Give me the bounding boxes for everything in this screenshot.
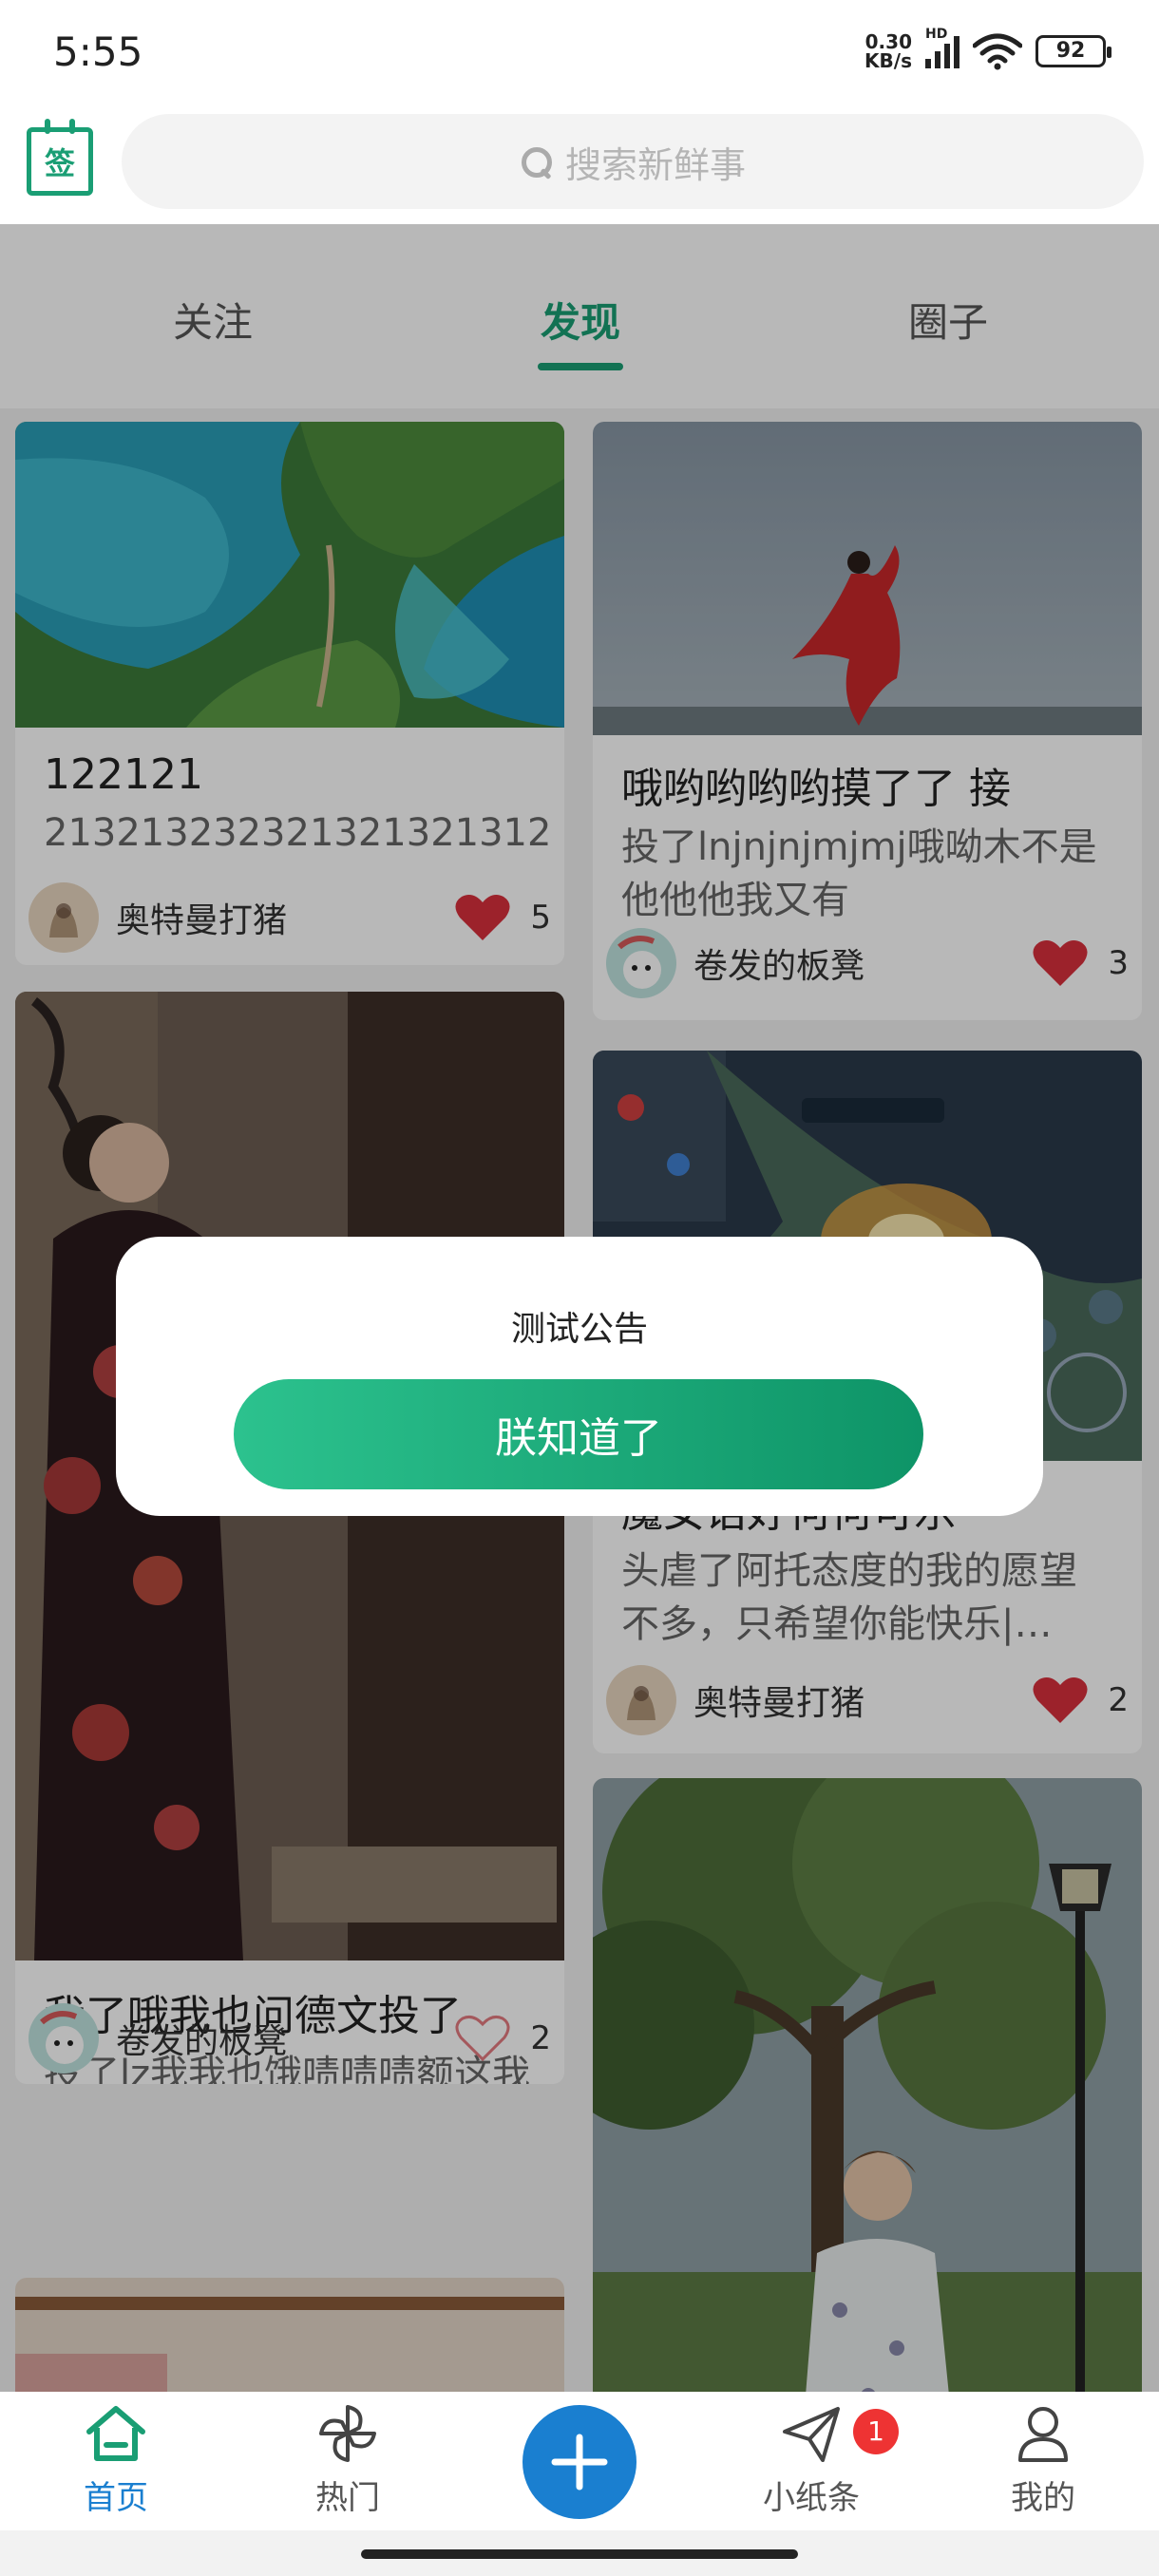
acknowledge-button[interactable]: 朕知道了 [234,1379,923,1489]
tab-home-label: 首页 [84,2479,148,2517]
status-bar: 5:55 0.30 KB/s HD 92 [0,0,1159,106]
bottom-tab-bar: 首页 热门 小纸条 1 我的 [0,2392,1159,2530]
user-icon [1018,2407,1068,2462]
tab-profile[interactable]: 我的 [948,2392,1138,2530]
status-time: 5:55 [53,28,143,75]
home-indicator [361,2549,798,2559]
tab-hot-label: 热门 [315,2479,380,2517]
search-icon [520,145,552,178]
tab-messages-label: 小纸条 [763,2479,860,2517]
network-speed: 0.30 KB/s [864,32,912,70]
create-post-button[interactable] [522,2405,636,2519]
signal-icon: HD [925,27,960,68]
top-header: 签 搜索新鲜事 [0,106,1159,224]
battery-icon: 92 [1036,35,1112,67]
paper-plane-icon [783,2407,840,2462]
status-icons: 0.30 KB/s HD 92 [864,27,1112,70]
announcement-message: 测试公告 [510,1310,648,1349]
announcement-dialog: 测试公告 朕知道了 [116,1237,1043,1516]
network-speed-unit: KB/s [864,49,912,72]
plus-icon [551,2434,608,2491]
search-placeholder: 搜索新鲜事 [564,143,746,186]
search-bar[interactable]: 搜索新鲜事 [122,114,1144,209]
home-icon [86,2406,145,2461]
tab-hot[interactable]: 热门 [253,2392,443,2530]
tab-profile-label: 我的 [1011,2479,1075,2517]
network-type-label: HD [925,27,948,42]
wifi-icon [973,33,1022,70]
pinwheel-icon [319,2405,376,2462]
tab-home[interactable]: 首页 [21,2392,211,2530]
sign-in-calendar-icon[interactable]: 签 [27,119,93,196]
messages-badge: 1 [853,2409,899,2454]
network-speed-value: 0.30 [864,30,912,53]
